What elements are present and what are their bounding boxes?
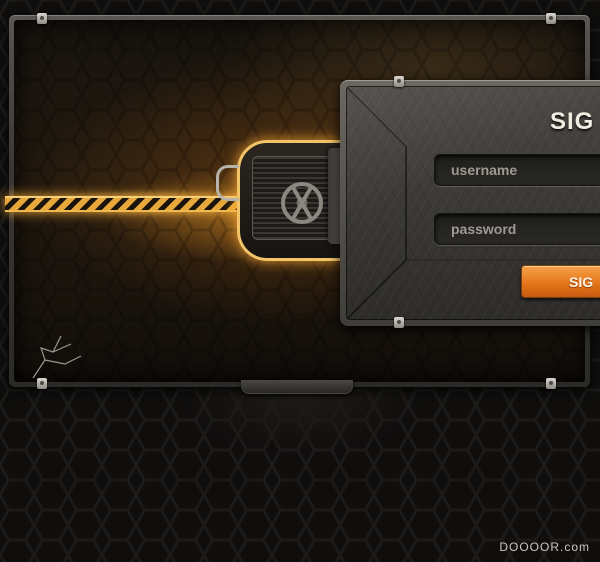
- login-title: SIG: [550, 108, 595, 135]
- bolt-icon: [37, 378, 47, 389]
- bolt-icon: [546, 13, 556, 24]
- frame-bottom-tab: [241, 380, 353, 394]
- password-input[interactable]: [434, 213, 600, 245]
- login-panel: SIG SIG: [340, 80, 600, 326]
- bolt-icon: [37, 13, 47, 24]
- watermark: DOOOOR.com: [499, 540, 590, 554]
- valve-wheel-icon: [281, 182, 323, 224]
- sign-in-button[interactable]: SIG: [521, 265, 600, 298]
- hook-icon: [216, 165, 239, 201]
- login-panel-inner: SIG SIG: [346, 86, 600, 320]
- hazard-stripe-pipe: [5, 196, 245, 212]
- bolt-icon: [394, 317, 404, 328]
- username-input[interactable]: [434, 154, 600, 186]
- bolt-icon: [394, 76, 404, 87]
- bolt-icon: [546, 378, 556, 389]
- crack-decoration: [32, 335, 82, 379]
